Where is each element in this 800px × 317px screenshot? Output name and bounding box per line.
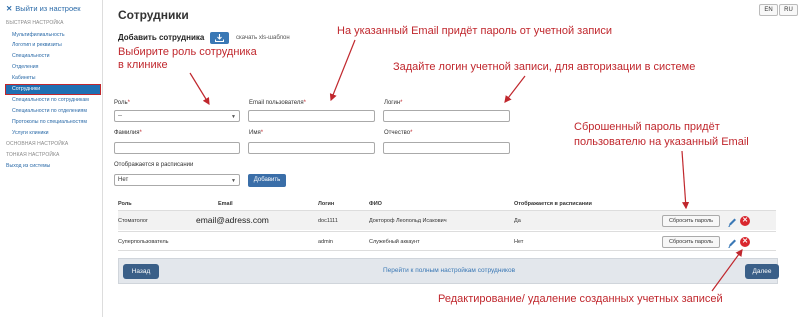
sidebar-item-protocols[interactable]: Протоколы по специальностям (12, 119, 87, 125)
exit-settings-label: Выйти из настроек (15, 4, 81, 13)
sidebar-item-rooms[interactable]: Кабинеты (12, 75, 35, 81)
reset-annotation-line2: пользователю на указанный Email (574, 136, 749, 148)
app-root: ✕ Выйти из настроек БЫСТРАЯ НАСТРОЙКА Мул… (0, 0, 800, 317)
cell-fio: Доктороф Леопольд Исакович (369, 218, 447, 224)
sidebar-item-clinic-services[interactable]: Услуги клиники (12, 130, 49, 136)
column-header-schedule: Отображается в расписании (514, 201, 592, 207)
schedule-select[interactable]: Нет ▼ (114, 174, 240, 186)
middlename-label: Отчество* (384, 130, 413, 136)
role-arrow (189, 72, 210, 106)
footer-bar: Назад Перейти к полным настройкам сотруд… (118, 258, 779, 284)
sidebar-item-logo[interactable]: Логотип и реквизиты (12, 42, 62, 48)
login-annotation: Задайте логин учетной записи, для автори… (393, 61, 696, 73)
sidebar-item-employees[interactable]: Сотрудники (5, 84, 101, 95)
sidebar-item-multibranch[interactable]: Мультифилиальность (12, 32, 65, 38)
fine-setup-link[interactable]: ТОНКАЯ НАСТРОЙКА (6, 152, 59, 158)
middlename-input[interactable] (383, 142, 510, 154)
sidebar: ✕ Выйти из настроек БЫСТРАЯ НАСТРОЙКА Мул… (0, 0, 103, 317)
quick-setup-header: БЫСТРАЯ НАСТРОЙКА (6, 20, 64, 26)
edit-annotation: Редактирование/ удаление созданных учетн… (438, 293, 723, 305)
cell-login: doc1111 (318, 218, 338, 224)
next-button[interactable]: Далее (745, 264, 779, 279)
full-settings-link[interactable]: Перейти к полным настройкам сотрудников (383, 267, 515, 274)
lang-ru-button[interactable]: RU (779, 4, 798, 16)
email-arrow (329, 39, 356, 102)
table-row: Суперпользователь admin Служебный аккаун… (118, 231, 776, 251)
column-header-fio: ФИО (369, 201, 382, 207)
lastname-input[interactable] (114, 142, 240, 154)
role-label: Роль* (114, 100, 130, 106)
column-header-role: Роль (118, 201, 132, 207)
logout-link[interactable]: Выход из системы (6, 163, 50, 169)
back-button[interactable]: Назад (123, 264, 159, 279)
role-select[interactable]: -- ▼ (114, 110, 240, 122)
email-annotation: На указанный Email придёт пароль от учет… (337, 25, 613, 37)
basic-setup-link[interactable]: ОСНОВНАЯ НАСТРОЙКА (6, 141, 68, 147)
delete-icon[interactable]: ✕ (740, 237, 750, 247)
login-label: Логин* (384, 100, 403, 106)
column-header-email: Email (218, 201, 233, 207)
download-template-link[interactable]: скачать xls-шаблон (236, 35, 290, 41)
close-icon: ✕ (6, 4, 13, 13)
lang-en-button[interactable]: EN (759, 4, 778, 16)
firstname-label: Имя* (249, 130, 264, 136)
delete-icon[interactable]: ✕ (740, 216, 750, 226)
pencil-icon[interactable] (727, 215, 737, 227)
add-employee-title: Добавить сотрудника (118, 33, 205, 42)
reset-arrow (681, 150, 690, 210)
cell-schedule: Нет (514, 239, 524, 245)
role-annotation-line2: в клинике (118, 59, 168, 71)
lastname-label: Фамилия* (114, 130, 142, 136)
cell-email: email@adress.com (196, 215, 269, 225)
login-input[interactable] (383, 110, 510, 122)
download-icon (215, 34, 224, 42)
cell-fio: Служебный аккаунт (369, 239, 420, 245)
chevron-down-icon: ▼ (231, 178, 236, 184)
page-title: Сотрудники (118, 8, 189, 22)
cell-schedule: Да (514, 218, 521, 224)
login-arrow (504, 75, 526, 103)
table-row: Стоматолог email@adress.com doc1111 Докт… (118, 210, 776, 230)
sidebar-item-specialties[interactable]: Специальности (12, 53, 50, 59)
email-label: Email пользователя* (249, 100, 307, 106)
reset-password-button[interactable]: Сбросить пароль (662, 236, 720, 248)
cell-role: Стоматолог (118, 218, 148, 224)
reset-annotation-line1: Сброшенный пароль придёт (574, 121, 720, 133)
role-select-value: -- (118, 113, 122, 119)
firstname-input[interactable] (248, 142, 375, 154)
email-input[interactable] (248, 110, 375, 122)
pencil-icon[interactable] (727, 236, 737, 248)
sidebar-item-departments[interactable]: Отделения (12, 64, 38, 70)
add-button[interactable]: Добавить (248, 174, 286, 187)
cell-login: admin (318, 239, 333, 245)
schedule-select-value: Нет (118, 177, 129, 183)
column-header-login: Логин (318, 201, 335, 207)
sidebar-item-employee-specialties[interactable]: Специальности по сотрудникам (12, 97, 89, 103)
cell-role: Суперпользователь (118, 239, 169, 245)
reset-password-button[interactable]: Сбросить пароль (662, 215, 720, 227)
sidebar-item-department-specialties[interactable]: Специальности по отделениям (12, 108, 87, 114)
chevron-down-icon: ▼ (231, 114, 236, 120)
download-button[interactable] (210, 32, 229, 44)
role-annotation-line1: Выбирите роль сотрудника (118, 46, 257, 58)
exit-settings-link[interactable]: ✕ Выйти из настроек (6, 4, 81, 13)
schedule-label: Отображается в расписании (114, 162, 194, 168)
